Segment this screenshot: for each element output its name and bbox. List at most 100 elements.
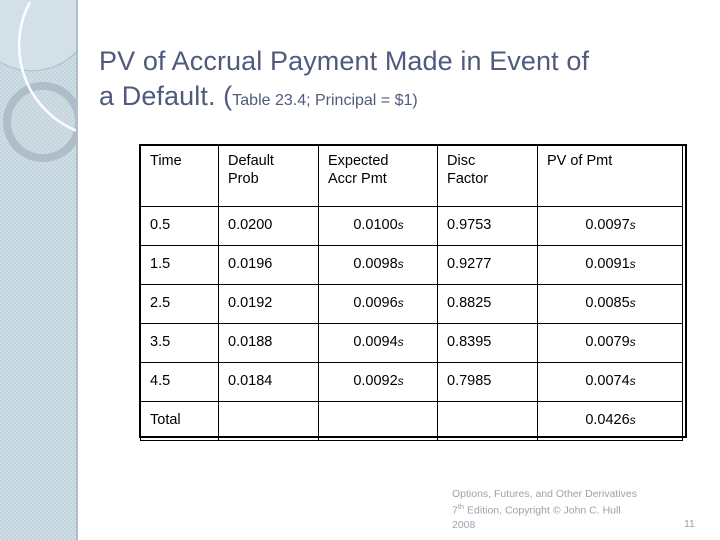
- cell-default-prob: 0.0184: [218, 362, 319, 402]
- table-row: 3.5 0.0188 0.0094s 0.8395 0.0079s: [140, 323, 683, 363]
- header-line-a: Disc: [447, 153, 476, 169]
- cell-expected-accr-pmt-suffix: s: [397, 374, 404, 389]
- cell-default-prob-value: 0.0184: [228, 373, 273, 390]
- table-row: 0.5 0.0200 0.0100s 0.9753 0.0097s: [140, 206, 683, 246]
- cell-disc-factor: 0.9277: [437, 245, 538, 285]
- cell-time-value: 1.5: [150, 256, 171, 273]
- cell-expected-accr-pmt-value: 0.0094: [353, 334, 398, 351]
- footer-line-2: 7th Edition, Copyright © John C. Hull: [452, 502, 682, 518]
- cell-disc-factor: [437, 401, 538, 441]
- title-line-2: a Default. (Table 23.4; Principal = $1): [99, 79, 689, 114]
- cell-time-value: Total: [150, 412, 181, 429]
- cell-expected-accr-pmt-suffix: s: [397, 296, 404, 311]
- cell-pv-of-pmt: 0.0097s: [537, 206, 683, 246]
- footer-copyright: Edition, Copyright © John C. Hull: [464, 504, 621, 517]
- title-line-2-subtext: Table 23.4; Principal = $1): [232, 92, 418, 110]
- cell-pv-of-pmt-suffix: s: [629, 257, 636, 272]
- cell-default-prob-value: 0.0192: [228, 295, 273, 312]
- cell-pv-of-pmt: 0.0426s: [537, 401, 683, 441]
- cell-pv-of-pmt-suffix: s: [629, 296, 636, 311]
- cell-time-value: 4.5: [150, 373, 171, 390]
- table-row: 1.5 0.0196 0.0098s 0.9277 0.0091s: [140, 245, 683, 285]
- cell-disc-factor: 0.8825: [437, 284, 538, 324]
- ring-inner-fill: [13, 92, 73, 152]
- cell-time: Total: [140, 401, 219, 441]
- cell-time-value: 0.5: [150, 217, 171, 234]
- cell-pv-of-pmt-value: 0.0097: [585, 217, 630, 234]
- cell-expected-accr-pmt-value: 0.0096: [353, 295, 398, 312]
- cell-expected-accr-pmt: 0.0098s: [318, 245, 438, 285]
- header-line-b: Prob: [228, 170, 259, 187]
- cell-pv-of-pmt: 0.0079s: [537, 323, 683, 363]
- cell-time: 1.5: [140, 245, 219, 285]
- cell-disc-factor: 0.9753: [437, 206, 538, 246]
- footer-line-1: Options, Futures, and Other Derivatives: [452, 488, 637, 500]
- slide-title: PV of Accrual Payment Made in Event of a…: [99, 44, 689, 114]
- cell-time-value: 3.5: [150, 334, 171, 351]
- table-row: 2.5 0.0192 0.0096s 0.8825 0.0085s: [140, 284, 683, 324]
- cell-default-prob: 0.0200: [218, 206, 319, 246]
- cell-pv-of-pmt: 0.0074s: [537, 362, 683, 402]
- cell-default-prob: 0.0196: [218, 245, 319, 285]
- column-header-default-prob: Default Prob: [218, 145, 319, 207]
- decorative-sidebar-band: [0, 0, 78, 540]
- cell-default-prob: 0.0188: [218, 323, 319, 363]
- header-line-a: Expected: [328, 153, 389, 169]
- header-line-b: Factor: [447, 170, 489, 187]
- page-number: 11: [684, 518, 695, 530]
- cell-expected-accr-pmt-value: 0.0098: [353, 256, 398, 273]
- title-line-1: PV of Accrual Payment Made in Event of: [99, 46, 590, 76]
- pv-accrual-table: Time Default Prob Expected Accr Pmt Disc…: [140, 145, 683, 441]
- cell-expected-accr-pmt-suffix: s: [397, 335, 404, 350]
- cell-default-prob: [218, 401, 319, 441]
- cell-expected-accr-pmt-value: 0.0100: [353, 217, 398, 234]
- cell-expected-accr-pmt: 0.0092s: [318, 362, 438, 402]
- table-row: 4.5 0.0184 0.0092s 0.7985 0.0074s: [140, 362, 683, 402]
- cell-pv-of-pmt-value: 0.0426: [585, 412, 630, 429]
- cell-disc-factor-value: 0.9277: [447, 256, 492, 273]
- table-header-row: Time Default Prob Expected Accr Pmt Disc…: [140, 145, 683, 207]
- cell-expected-accr-pmt: 0.0094s: [318, 323, 438, 363]
- cell-pv-of-pmt-value: 0.0085: [585, 295, 630, 312]
- footer-attribution: Options, Futures, and Other Derivatives …: [452, 487, 682, 533]
- sidebar-decorative-shapes: [0, 0, 78, 162]
- cell-disc-factor-value: 0.7985: [447, 373, 492, 390]
- table-row: Total 0.0426s: [140, 401, 683, 441]
- header-line-b: Accr Pmt: [328, 170, 387, 187]
- cell-expected-accr-pmt: 0.0100s: [318, 206, 438, 246]
- column-header-disc-factor: Disc Factor: [437, 145, 538, 207]
- cell-time: 4.5: [140, 362, 219, 402]
- cell-expected-accr-pmt-suffix: s: [397, 218, 404, 233]
- column-header-expected-accr-pmt: Expected Accr Pmt: [318, 145, 438, 207]
- cell-default-prob-value: 0.0200: [228, 217, 273, 234]
- header-line-a: Time: [150, 153, 182, 169]
- cell-expected-accr-pmt: 0.0096s: [318, 284, 438, 324]
- cell-pv-of-pmt: 0.0085s: [537, 284, 683, 324]
- cell-disc-factor-value: 0.8825: [447, 295, 492, 312]
- cell-time: 2.5: [140, 284, 219, 324]
- footer-line-3: 2008: [452, 519, 476, 532]
- cell-default-prob-value: 0.0188: [228, 334, 273, 351]
- cell-expected-accr-pmt-value: 0.0092: [353, 373, 398, 390]
- cell-pv-of-pmt-value: 0.0079: [585, 334, 630, 351]
- column-header-pv-of-pmt: PV of Pmt: [537, 145, 683, 207]
- cell-pv-of-pmt-suffix: s: [629, 374, 636, 389]
- title-line-2-main: a Default. (: [99, 81, 233, 112]
- header-line-a: PV of Pmt: [547, 153, 613, 169]
- header-line-a: Default: [228, 153, 274, 169]
- cell-expected-accr-pmt: [318, 401, 438, 441]
- column-header-time: Time: [140, 145, 219, 207]
- cell-disc-factor: 0.7985: [437, 362, 538, 402]
- cell-time: 0.5: [140, 206, 219, 246]
- cell-expected-accr-pmt-suffix: s: [397, 257, 404, 272]
- cell-pv-of-pmt: 0.0091s: [537, 245, 683, 285]
- cell-pv-of-pmt-suffix: s: [629, 335, 636, 350]
- cell-default-prob-value: 0.0196: [228, 256, 273, 273]
- cell-pv-of-pmt-value: 0.0091: [585, 256, 630, 273]
- cell-disc-factor-value: 0.9753: [447, 217, 492, 234]
- cell-disc-factor-value: 0.8395: [447, 334, 492, 351]
- cell-pv-of-pmt-suffix: s: [629, 413, 636, 428]
- cell-pv-of-pmt-suffix: s: [629, 218, 636, 233]
- cell-disc-factor: 0.8395: [437, 323, 538, 363]
- cell-default-prob: 0.0192: [218, 284, 319, 324]
